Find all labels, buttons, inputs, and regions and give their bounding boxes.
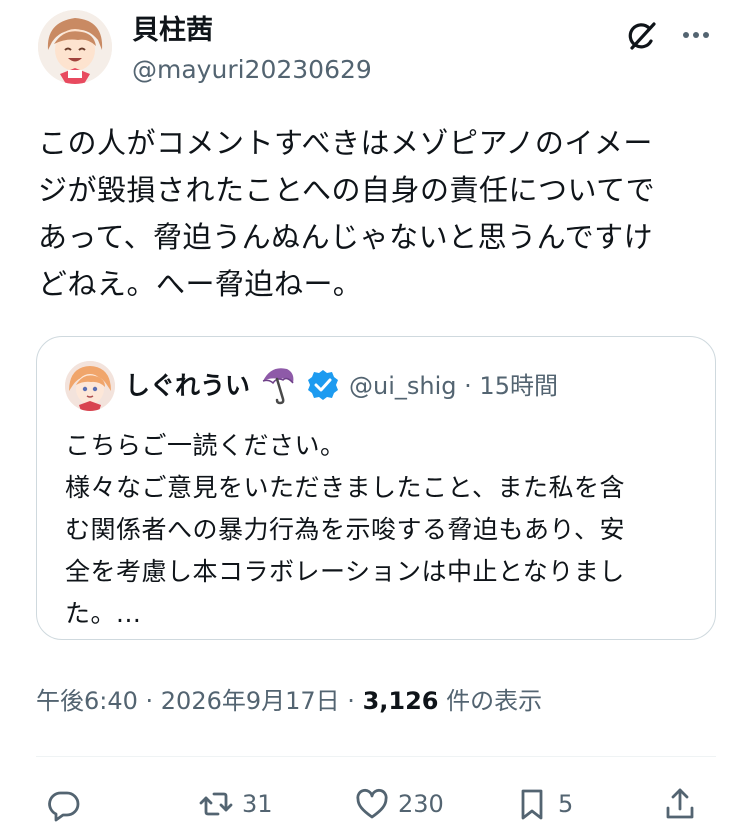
views-label: 件の表示 [438,687,543,715]
quoted-tweet-text: こちらご一読ください。 様々なご意見をいただきましたこと、また私を含 む関係者へ… [65,431,626,628]
like-count: 230 [398,790,444,818]
timestamp-text[interactable]: 午後6:40 · 2026年9月17日 · [36,687,363,715]
repost-icon [199,792,233,816]
quoted-author-handle[interactable]: @ui_shig [349,372,457,400]
reply-button[interactable] [46,784,82,824]
like-button[interactable]: 230 [354,784,444,824]
heart-icon [356,788,388,819]
quoted-tweet-card[interactable]: しぐれうい @ui_shig · 15時間 こちらご一読ください。 様々なご意見… [36,336,716,640]
share-button[interactable] [662,784,698,824]
verified-badge-icon [305,367,341,403]
meta-separator: · [464,372,472,400]
bookmark-button[interactable]: 5 [514,784,573,824]
divider [36,756,716,757]
author-handle[interactable]: @mayuri20230629 [132,54,372,86]
quoted-author-name[interactable]: しぐれうい [125,369,250,403]
repost-count: 31 [242,790,273,818]
quoted-meta: @ui_shig · 15時間 [349,369,558,403]
repost-button[interactable]: 31 [198,784,273,824]
quoted-time[interactable]: 15時間 [479,372,558,400]
quoted-author-avatar[interactable] [65,361,115,411]
tweet-text: この人がコメントすべきはメゾピアノのイメー ジが毀損されたことへの自身の責任につ… [38,126,656,301]
author-name[interactable]: 貝柱茜 [132,14,213,48]
more-icon[interactable] [678,20,714,50]
reply-icon [48,791,80,822]
tweet-timestamp: 午後6:40 · 2026年9月17日 · 3,126 件の表示 [36,684,542,718]
grok-icon[interactable] [624,18,660,54]
bookmark-icon [521,789,543,820]
author-avatar[interactable] [38,10,112,84]
umbrella-emoji-icon [257,363,297,407]
share-icon [666,788,694,819]
bookmark-count: 5 [558,790,574,818]
views-count: 3,126 [362,687,439,715]
